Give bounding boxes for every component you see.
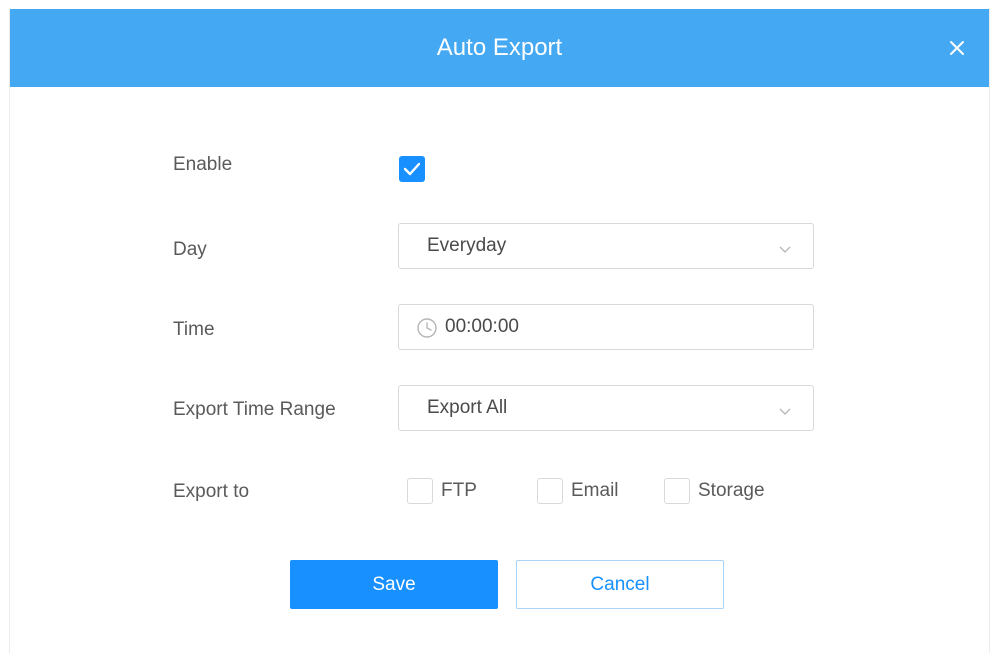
export-to-label: Export to [173, 481, 250, 502]
checkmark-icon [403, 162, 421, 176]
email-label: Email [571, 480, 619, 501]
storage-checkbox-box[interactable] [664, 478, 690, 504]
day-select[interactable]: Everyday [398, 223, 814, 269]
export-time-range-select[interactable]: Export All [398, 385, 814, 431]
ftp-label: FTP [441, 480, 477, 501]
chevron-down-icon [779, 403, 791, 421]
export-time-range-label: Export Time Range [173, 399, 336, 420]
close-icon[interactable] [945, 36, 969, 60]
email-checkbox-box[interactable] [537, 478, 563, 504]
save-button[interactable]: Save [290, 560, 498, 609]
cancel-button[interactable]: Cancel [516, 560, 724, 609]
storage-label: Storage [698, 480, 765, 501]
dialog-header: Auto Export [10, 9, 989, 87]
time-label: Time [173, 319, 215, 340]
day-label: Day [173, 239, 207, 260]
dialog-title: Auto Export [436, 34, 563, 61]
time-picker[interactable]: 00:00:00 [398, 304, 814, 350]
day-select-value: Everyday [427, 235, 507, 256]
chevron-down-icon [779, 241, 791, 259]
time-picker-value: 00:00:00 [445, 316, 519, 337]
auto-export-dialog: Auto Export Enable Day Everyday Time 00:… [9, 9, 990, 653]
enable-label: Enable [173, 154, 233, 175]
enable-checkbox[interactable] [399, 156, 425, 182]
export-time-range-value: Export All [427, 397, 508, 418]
clock-icon [416, 317, 438, 344]
ftp-checkbox-box[interactable] [407, 478, 433, 504]
